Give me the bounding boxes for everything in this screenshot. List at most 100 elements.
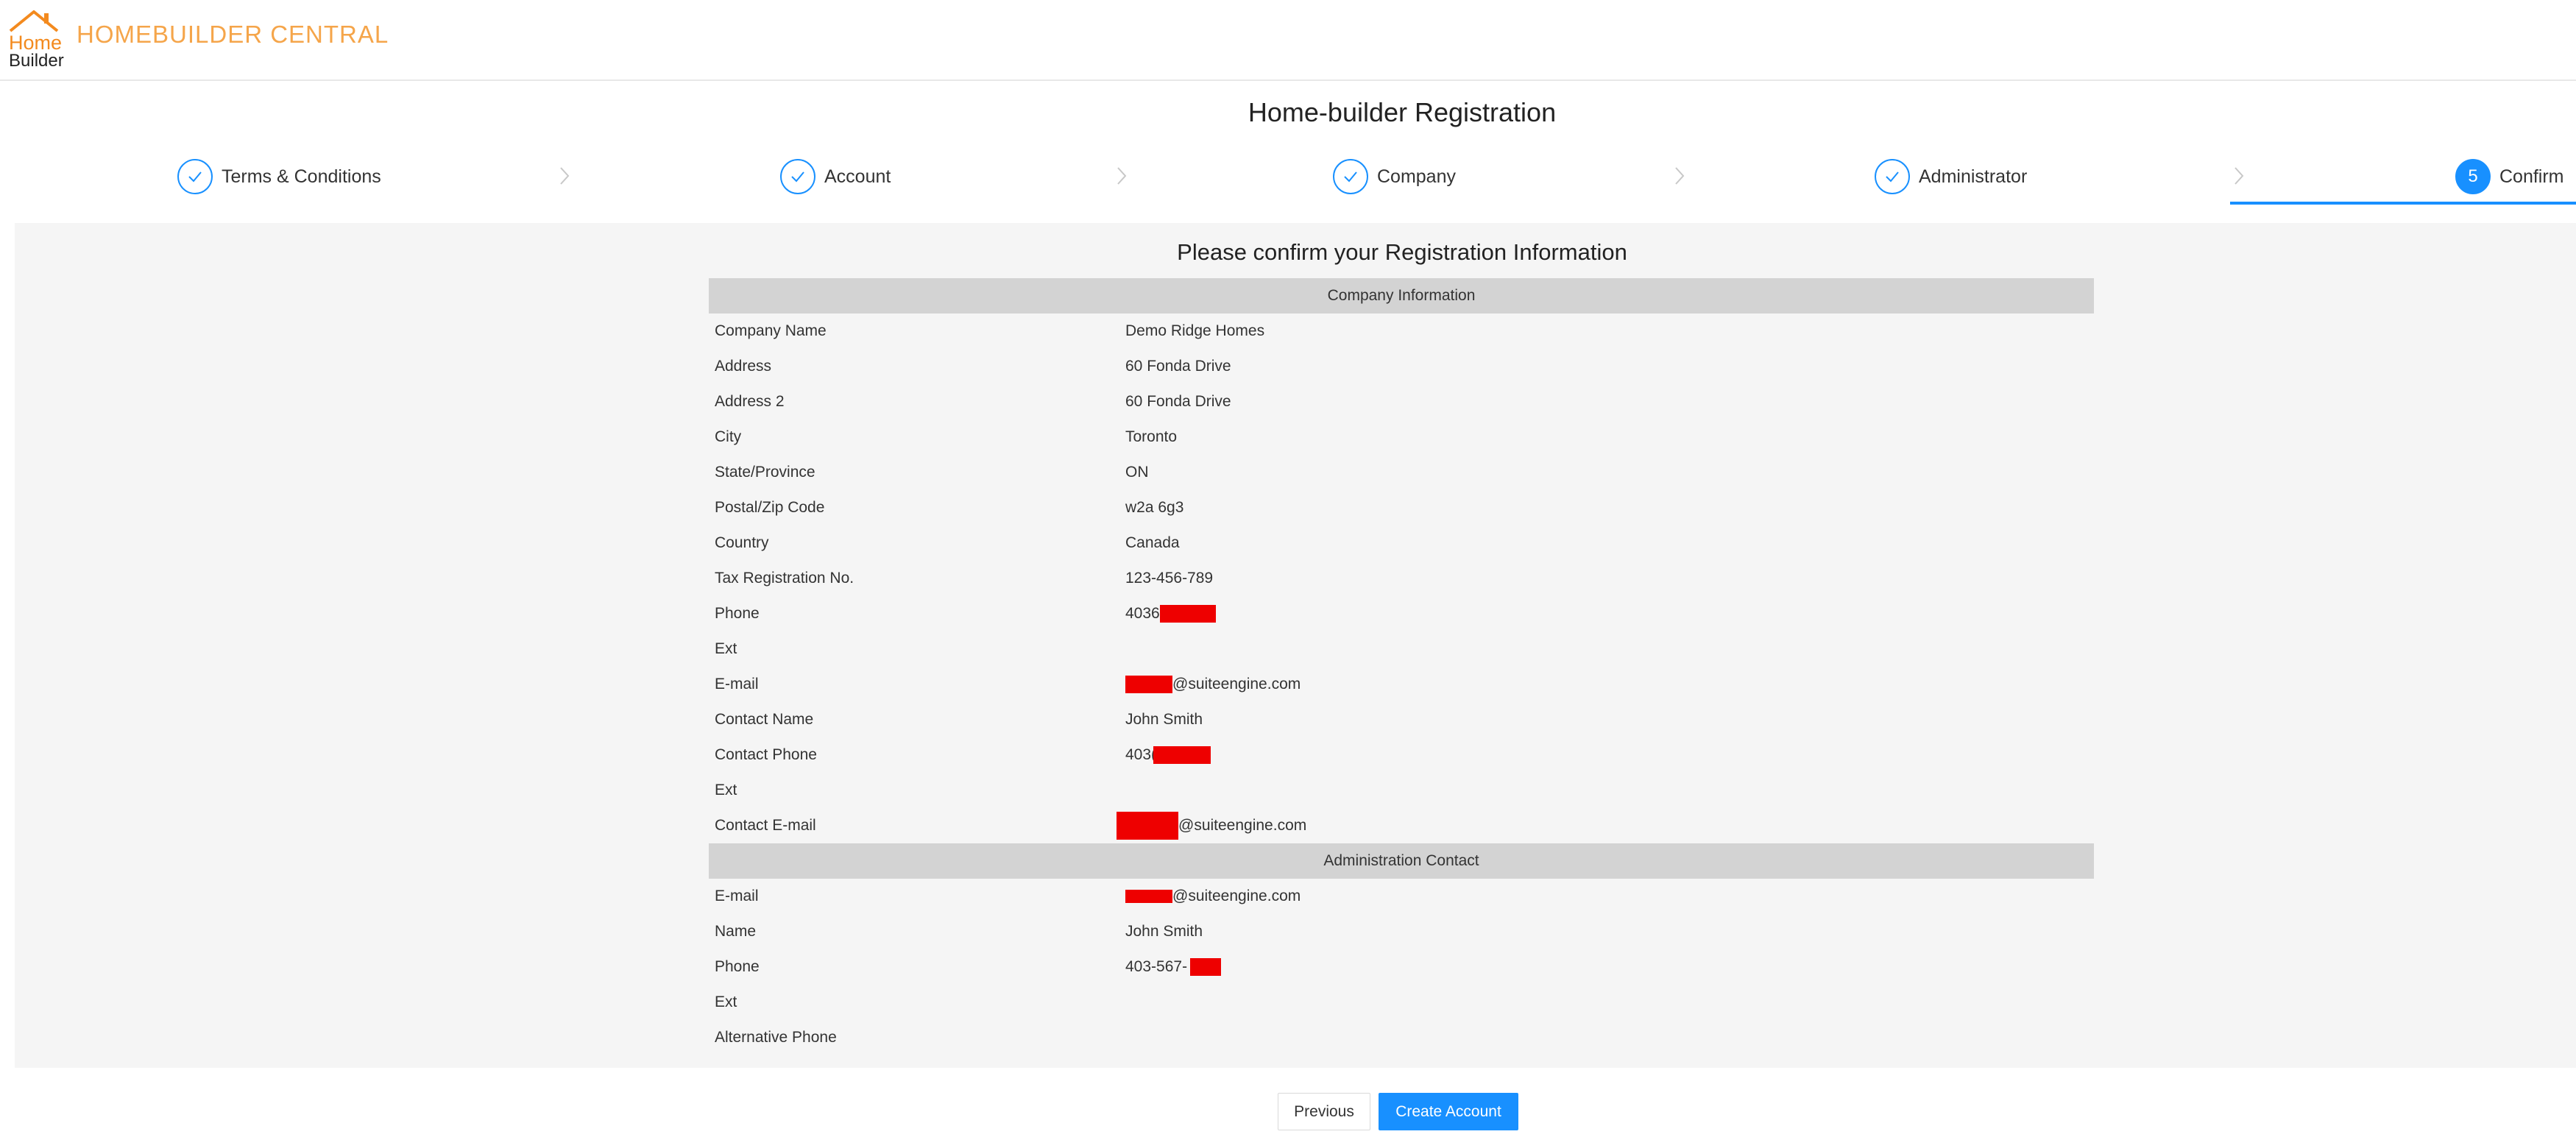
- row-value: John Smith: [1125, 923, 1203, 940]
- redaction-block: [1159, 605, 1216, 623]
- table-row: E-mail @suiteengine.com: [709, 667, 2094, 702]
- row-value: 60 Fonda Drive: [1125, 358, 1231, 375]
- table-row: Contact Phone 403(: [709, 737, 2094, 773]
- row-label: Phone: [715, 958, 760, 975]
- logo-text-builder: Builder: [9, 51, 64, 71]
- table-row: Ext: [709, 773, 2094, 808]
- row-value: 403(: [1125, 746, 1211, 764]
- row-label: State/Province: [715, 464, 815, 481]
- step-account[interactable]: Account: [780, 155, 891, 199]
- confirm-panel: Please confirm your Registration Informa…: [15, 223, 2576, 1068]
- phone-prefix: 403-567-: [1125, 958, 1188, 975]
- row-value: John Smith: [1125, 711, 1203, 728]
- section-header-admin: Administration Contact: [709, 843, 2094, 879]
- table-row: City Toronto: [709, 419, 2094, 455]
- step-company[interactable]: Company: [1333, 155, 1456, 199]
- row-label: Ext: [715, 782, 737, 798]
- row-value: 123-456-789: [1125, 570, 1214, 587]
- step-number-badge: 5: [2455, 159, 2491, 194]
- table-row: Phone 403-567-: [709, 949, 2094, 985]
- chevron-right-icon: [2234, 167, 2244, 185]
- redaction-block: [1117, 812, 1178, 840]
- phone-prefix: 403(: [1125, 746, 1157, 763]
- row-label: Ext: [715, 993, 737, 1010]
- email-domain: @suiteengine.com: [1172, 888, 1301, 904]
- confirm-title: Please confirm your Registration Informa…: [1177, 239, 1627, 265]
- step-done-check-icon: [1333, 159, 1368, 194]
- active-step-underline: [2230, 202, 2576, 205]
- row-label: Contact Name: [715, 711, 814, 728]
- table-row: State/Province ON: [709, 455, 2094, 490]
- table-row: Name John Smith: [709, 914, 2094, 949]
- logo-text-home: Home: [9, 32, 63, 54]
- table-row: E-mail @suiteengine.com: [709, 879, 2094, 914]
- table-row: Ext: [709, 631, 2094, 667]
- step-label: Confirm: [2499, 166, 2564, 187]
- step-label: Terms & Conditions: [222, 166, 381, 187]
- chevron-right-icon: [560, 167, 570, 185]
- step-label: Account: [824, 166, 891, 187]
- row-value: @suiteengine.com: [1125, 888, 1301, 905]
- row-value: ON: [1125, 464, 1149, 481]
- section-header-company: Company Information: [709, 278, 2094, 314]
- redaction-block: [1125, 676, 1172, 693]
- row-value: @suiteengine.com: [1117, 812, 1306, 840]
- registration-info-table: Company Information Company Name Demo Rid…: [709, 278, 2094, 1055]
- redaction-block: [1125, 890, 1172, 903]
- row-value: w2a 6g3: [1125, 499, 1184, 516]
- email-domain: @suiteengine.com: [1178, 817, 1307, 834]
- registration-steps: Terms & Conditions Account Company Admin…: [0, 155, 2576, 208]
- row-label: Name: [715, 923, 757, 940]
- step-terms-conditions[interactable]: Terms & Conditions: [177, 155, 381, 199]
- redaction-block: [1153, 746, 1211, 764]
- table-row: Ext: [709, 985, 2094, 1020]
- row-value: 403-567-: [1125, 958, 1222, 976]
- step-administrator[interactable]: Administrator: [1875, 155, 2027, 199]
- row-label: Alternative Phone: [715, 1029, 837, 1046]
- row-value: Demo Ridge Homes: [1125, 322, 1265, 339]
- table-row: Phone 4036: [709, 596, 2094, 631]
- table-row: Alternative Phone: [709, 1020, 2094, 1055]
- step-done-check-icon: [177, 159, 213, 194]
- row-value: 60 Fonda Drive: [1125, 393, 1231, 410]
- row-label: Ext: [715, 640, 737, 657]
- chevron-right-icon: [1675, 167, 1685, 185]
- page-title: Home-builder Registration: [1248, 97, 1557, 127]
- row-label: E-mail: [715, 888, 759, 904]
- previous-button[interactable]: Previous: [1278, 1093, 1370, 1130]
- row-label: Contact Phone: [715, 746, 817, 763]
- step-confirm[interactable]: 5 Confirm: [2455, 155, 2564, 199]
- row-value: @suiteengine.com: [1125, 676, 1301, 693]
- table-row: Address 2 60 Fonda Drive: [709, 384, 2094, 419]
- row-label: Country: [715, 534, 769, 551]
- table-row: Contact E-mail @suiteengine.com: [709, 808, 2094, 843]
- table-row: Tax Registration No. 123-456-789: [709, 561, 2094, 596]
- redaction-block: [1190, 958, 1222, 976]
- row-label: Phone: [715, 605, 760, 622]
- top-header: Home Builder HOMEBUILDER CENTRAL: [0, 0, 2576, 81]
- homebuilder-logo[interactable]: Home Builder: [6, 9, 64, 70]
- row-label: E-mail: [715, 676, 759, 693]
- table-row: Country Canada: [709, 525, 2094, 561]
- chevron-right-icon: [1117, 167, 1127, 185]
- row-label: Tax Registration No.: [715, 570, 854, 587]
- phone-prefix: 4036: [1125, 605, 1160, 622]
- table-row: Company Name Demo Ridge Homes: [709, 314, 2094, 349]
- row-value: Canada: [1125, 534, 1180, 551]
- table-row: Postal/Zip Code w2a 6g3: [709, 490, 2094, 525]
- row-label: Contact E-mail: [715, 817, 816, 834]
- create-account-button[interactable]: Create Account: [1379, 1093, 1518, 1130]
- row-value: Toronto: [1125, 428, 1178, 445]
- row-label: Address: [715, 358, 772, 375]
- row-label: City: [715, 428, 742, 445]
- table-row: Contact Name John Smith: [709, 702, 2094, 737]
- email-domain: @suiteengine.com: [1172, 676, 1301, 693]
- row-label: Company Name: [715, 322, 827, 339]
- row-label: Postal/Zip Code: [715, 499, 825, 516]
- brand-title: HOMEBUILDER CENTRAL: [77, 21, 389, 48]
- step-label: Administrator: [1919, 166, 2028, 187]
- row-label: Address 2: [715, 393, 785, 410]
- row-value: 4036: [1125, 605, 1216, 623]
- step-done-check-icon: [1875, 159, 1910, 194]
- table-row: Address 60 Fonda Drive: [709, 349, 2094, 384]
